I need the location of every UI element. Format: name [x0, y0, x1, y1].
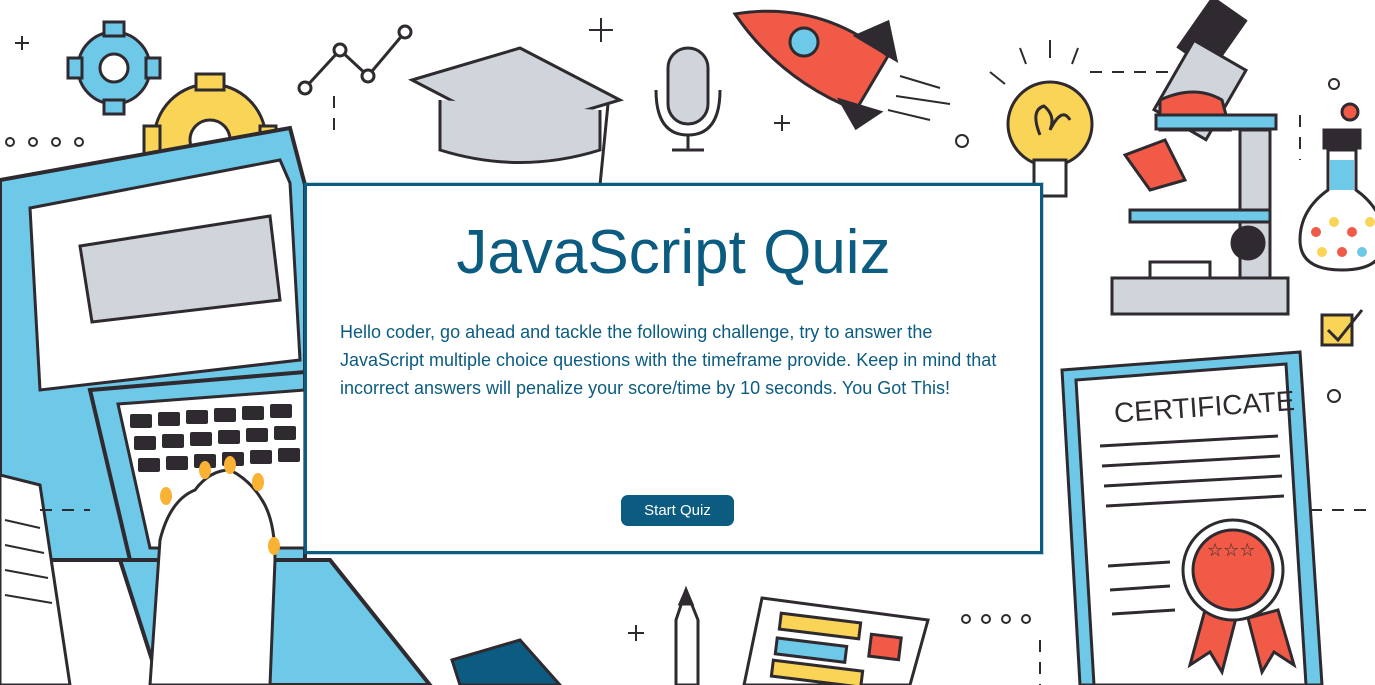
microphone-icon [654, 46, 722, 152]
quiz-title: JavaScript Quiz [456, 218, 891, 287]
quiz-card: JavaScript Quiz Hello coder, go ahead an… [304, 183, 1043, 554]
graduation-cap-icon [408, 46, 624, 186]
quiz-intro-text: Hello coder, go ahead and tackle the fol… [340, 322, 997, 398]
start-quiz-button[interactable]: Start Quiz [621, 495, 734, 526]
gear-icon [66, 20, 162, 116]
clipboard-icon [742, 596, 930, 685]
pencil-icon [674, 585, 700, 685]
svg-text:☆☆☆: ☆☆☆ [1207, 540, 1255, 561]
lightbulb-icon [989, 40, 1094, 198]
microscope-icon [1110, 0, 1290, 316]
sleeve-decoration [450, 638, 563, 685]
rocket-icon [732, 9, 951, 131]
line-chart-icon [297, 24, 413, 96]
checkbox-icon [1320, 309, 1364, 347]
flask-icon [1298, 102, 1375, 272]
page: CERTIFICATE ☆☆☆ JavaScript Quiz Hello co… [0, 0, 1375, 685]
